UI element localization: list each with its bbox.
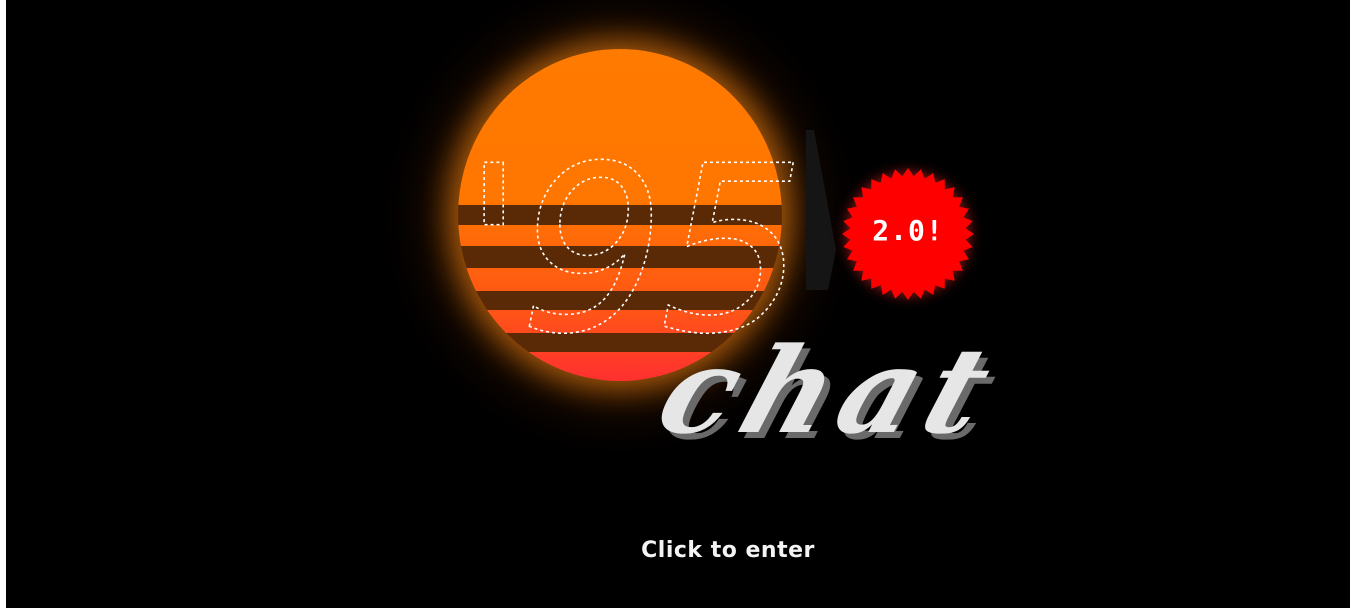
version-badge-label: 2.0! <box>872 214 944 247</box>
enter-prompt[interactable]: Click to enter <box>6 538 1350 563</box>
svg-text:chat: chat <box>643 321 1017 460</box>
app-logo: '95 chat chat 2.0! <box>6 0 1350 608</box>
logo-chat-wordmark: chat chat <box>643 321 1023 466</box>
splash-screen[interactable]: '95 chat chat 2.0! Click to enter <box>6 0 1350 608</box>
version-badge: 2.0! <box>842 168 974 300</box>
